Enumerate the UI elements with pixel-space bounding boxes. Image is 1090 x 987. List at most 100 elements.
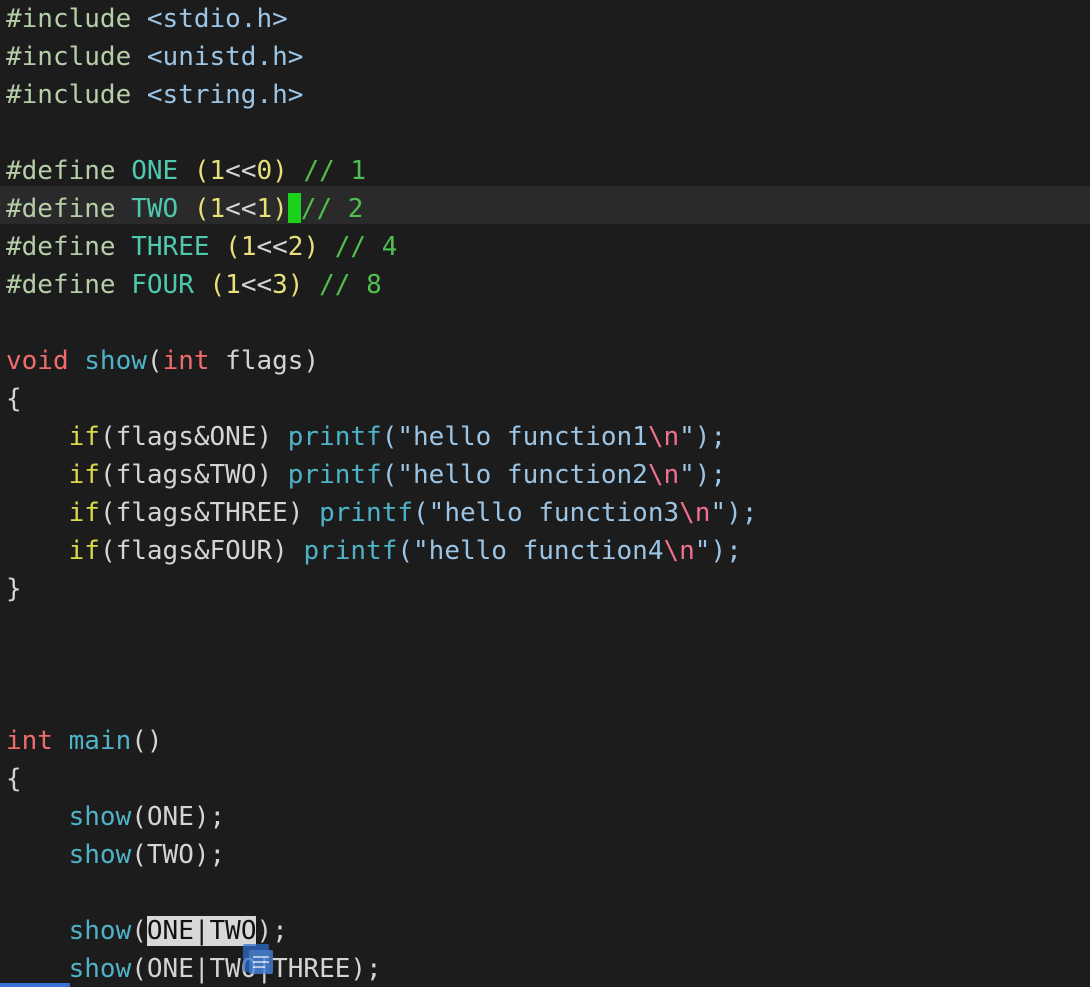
preprocessor-directive: #define [6, 270, 116, 300]
preprocessor-directive: #include [6, 42, 132, 72]
call-args: (ONE); [131, 802, 226, 832]
number: 2 [287, 232, 304, 262]
operator: << [256, 232, 288, 262]
operator: << [240, 270, 273, 300]
code-line-if-four[interactable]: if(flags&FOUR) printf("hello function4\n… [6, 532, 742, 570]
preprocessor-directive: #include [6, 80, 132, 110]
code-editor[interactable]: #include <stdio.h> #include <unistd.h> #… [0, 0, 1090, 987]
comment: // 8 [319, 270, 382, 300]
status-bar-indicator [0, 983, 70, 987]
brace: { [6, 764, 22, 794]
paren: ( [193, 194, 210, 224]
paren: ( [209, 270, 226, 300]
string-open: (" [381, 422, 414, 452]
brace: } [6, 574, 22, 604]
paren: () [131, 726, 163, 756]
param-type: int [162, 346, 210, 376]
condition: (flags&THREE) [99, 498, 304, 528]
preprocessor-directive: #define [6, 194, 116, 224]
preprocessor-directive: #define [6, 156, 116, 186]
function-call: printf [287, 460, 382, 490]
keyword-if: if [68, 536, 100, 566]
number: 0 [256, 156, 273, 186]
code-line-if-one[interactable]: if(flags&ONE) printf("hello function1\n"… [6, 418, 726, 456]
code-line-show-two[interactable]: show(TWO); [6, 836, 226, 874]
string-close: "); [710, 498, 758, 528]
condition: (flags&ONE) [99, 422, 273, 452]
code-line-main-open-brace[interactable]: { [6, 760, 22, 798]
keyword-if: if [68, 422, 100, 452]
string-text: hello function3 [444, 498, 680, 528]
preprocessor-directive: #include [6, 4, 132, 34]
include-header: <stdio.h> [146, 4, 288, 34]
number: 1 [209, 194, 226, 224]
macro-name: THREE [131, 232, 210, 262]
code-line-define-one[interactable]: #define ONE (1<<0) // 1 [6, 152, 366, 190]
text-cursor [287, 193, 301, 223]
function-call: printf [287, 422, 382, 452]
string-open: (" [413, 498, 445, 528]
paren: ( [146, 346, 163, 376]
code-line-open-brace[interactable]: { [6, 380, 22, 418]
include-header: <string.h> [146, 80, 304, 110]
string-close: "); [679, 460, 727, 490]
function-call: show [68, 840, 132, 870]
return-type: void [6, 346, 69, 376]
include-header: <unistd.h> [146, 42, 304, 72]
function-call: printf [319, 498, 414, 528]
code-line-define-two[interactable]: #define TWO (1<<1) // 2 [6, 190, 363, 228]
param-name: flags [209, 346, 304, 376]
code-line-show-one-two-three[interactable]: show(ONE|TWO|THREE); [6, 950, 382, 987]
string-text: hello function2 [413, 460, 648, 490]
number: 1 [225, 270, 241, 300]
string-text: hello function1 [413, 422, 648, 452]
keyword-if: if [68, 498, 100, 528]
return-type: int [6, 726, 53, 756]
operator: << [225, 156, 257, 186]
paren: ) [303, 346, 320, 376]
code-line-show-one[interactable]: show(ONE); [6, 798, 226, 836]
code-line-close-brace[interactable]: } [6, 570, 22, 608]
paren: ( [193, 156, 210, 186]
macro-name: FOUR [131, 270, 194, 300]
code-line-include-string[interactable]: #include <string.h> [6, 76, 303, 114]
escape-sequence: \n [663, 536, 695, 566]
macro-name: ONE [131, 156, 179, 186]
escape-sequence: \n [647, 422, 680, 452]
function-call: show [68, 954, 132, 984]
string-open: (" [381, 460, 414, 490]
paren: ) [287, 270, 304, 300]
function-call: printf [303, 536, 398, 566]
escape-sequence: \n [647, 460, 680, 490]
number: 1 [209, 156, 226, 186]
keyword-if: if [68, 460, 100, 490]
operator: << [225, 194, 257, 224]
function-name: show [84, 346, 147, 376]
string-open: (" [397, 536, 429, 566]
comment: // 1 [303, 156, 367, 186]
function-call: show [68, 802, 132, 832]
code-line-if-two[interactable]: if(flags&TWO) printf("hello function2\n"… [6, 456, 726, 494]
number: 3 [272, 270, 288, 300]
condition: (flags&TWO) [99, 460, 273, 490]
condition: (flags&FOUR) [99, 536, 288, 566]
string-close: "); [679, 422, 727, 452]
paren: ( [131, 916, 147, 946]
paren: ) [303, 232, 320, 262]
macro-name: TWO [131, 194, 179, 224]
string-close: "); [694, 536, 742, 566]
number: 1 [240, 232, 257, 262]
code-line-define-three[interactable]: #define THREE (1<<2) // 4 [6, 228, 397, 266]
code-line-include-stdio[interactable]: #include <stdio.h> [6, 0, 288, 38]
code-line-define-four[interactable]: #define FOUR (1<<3) // 8 [6, 266, 382, 304]
code-line-include-unistd[interactable]: #include <unistd.h> [6, 38, 303, 76]
call-args: (TWO); [131, 840, 226, 870]
function-call: show [68, 916, 132, 946]
code-line-if-three[interactable]: if(flags&THREE) printf("hello function3\… [6, 494, 758, 532]
preprocessor-directive: #define [6, 232, 116, 262]
comment: // 4 [334, 232, 398, 262]
number: 1 [256, 194, 273, 224]
paren: ( [225, 232, 241, 262]
code-line-main-signature[interactable]: int main() [6, 722, 163, 760]
code-line-show-signature[interactable]: void show(int flags) [6, 342, 319, 380]
